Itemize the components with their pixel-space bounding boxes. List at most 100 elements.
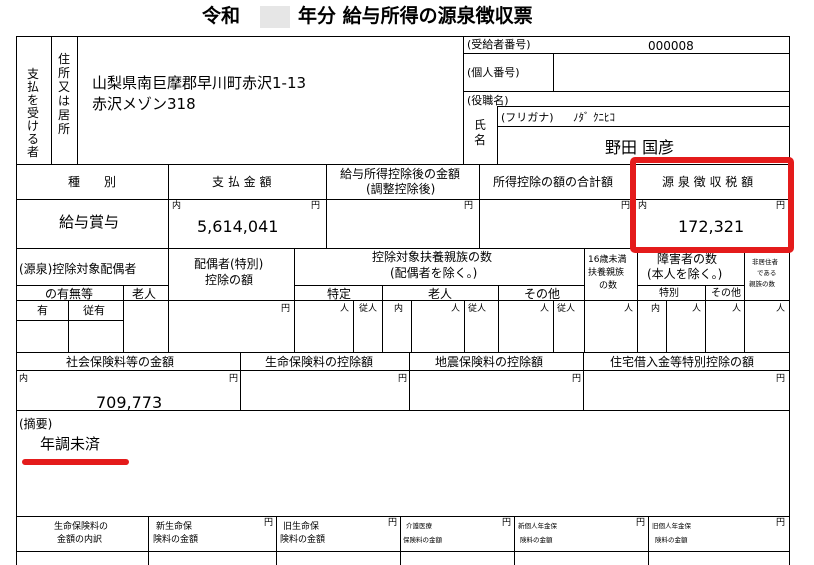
payee-side-label: 支払 を受 ける 者 [26, 68, 40, 159]
life-breakdown-label: 生命保険料の [54, 522, 109, 532]
other-person: 人 [540, 304, 550, 314]
spouse-deduction-label: 配偶者(特別) [194, 257, 264, 271]
grid-line [276, 516, 277, 565]
label-char: 居 [57, 108, 70, 122]
grid-line [637, 285, 744, 286]
old-life-yen: 円 [388, 518, 398, 528]
grid-line [409, 352, 410, 410]
spouse-label-2: の有無等 [45, 287, 94, 301]
grid-line [16, 320, 124, 321]
grid-line [553, 300, 554, 352]
grid-line [497, 126, 789, 127]
nonresident-label-2: である [757, 269, 777, 277]
specific-jujin: 従人 [359, 304, 378, 314]
spouse-deduction-label-2: 控除の額 [205, 273, 254, 287]
recipient-no: 000008 [648, 39, 694, 53]
earthquake-yen: 円 [572, 374, 582, 384]
new-life-label: 新生命保 [156, 522, 193, 532]
under16-label: 16歳未満 [588, 255, 627, 265]
grid-line [353, 300, 354, 352]
personal-no-label: (個人番号) [467, 66, 520, 79]
label-char: 所 [57, 122, 70, 136]
social-inner-mark: 内 [19, 374, 29, 384]
payment-value: 5,614,041 [197, 217, 279, 236]
withholding-slip-page: { "title": { "era": "令和", "year_masked":… [0, 0, 814, 565]
label-char: 住 [57, 52, 70, 66]
grid-line [16, 285, 169, 286]
address-line-2: 赤沢メゾン318 [92, 95, 196, 113]
grid-line [148, 516, 149, 565]
position-label: (役職名) [467, 94, 509, 107]
grid-line [705, 285, 706, 352]
kind-label: 種 別 [68, 175, 117, 189]
after-deduction-sub: (調整控除後) [366, 182, 436, 196]
payment-yen: 円 [311, 201, 321, 211]
name-label: 氏 名 [473, 118, 487, 148]
year-masked-box [260, 6, 290, 28]
grid-line [51, 36, 52, 164]
grid-line [479, 164, 480, 248]
deduction-total-label: 所得控除の額の合計額 [493, 175, 614, 189]
specific-person: 人 [340, 304, 350, 314]
old-pension-label: 旧個人年金保 [652, 522, 691, 530]
elderly-inner: 内 [394, 304, 404, 314]
care-label-2: 保険料の金額 [403, 536, 442, 544]
frame-top [16, 36, 790, 37]
label-char: を受 [26, 93, 39, 120]
grid-line [68, 300, 69, 352]
grid-line [497, 106, 498, 164]
spouse-have-label: 有 [37, 304, 48, 317]
grid-line [583, 352, 584, 410]
grid-line [514, 516, 515, 565]
after-deduction-yen: 円 [464, 201, 474, 211]
social-insurance-label: 社会保険料等の金額 [66, 355, 175, 369]
social-yen: 円 [229, 374, 239, 384]
dependents-label: 控除対象扶養親族の数 [372, 250, 493, 264]
new-pension-yen: 円 [636, 518, 646, 528]
new-life-label-2: 険料の金額 [153, 535, 199, 545]
label-char: 支払 [26, 67, 39, 94]
under16-label-2: 扶養親族 [588, 268, 625, 278]
label-char: は [57, 94, 70, 108]
grid-line [16, 352, 790, 353]
recipient-no-label: (受給者番号) [467, 38, 531, 51]
new-life-yen: 円 [264, 518, 274, 528]
nonresident-person: 人 [776, 304, 786, 314]
old-pension-yen: 円 [776, 518, 786, 528]
label-char: 又 [57, 80, 70, 94]
spouse-subordinate-label: 従有 [83, 304, 105, 317]
grid-line [648, 516, 649, 565]
social-insurance-value: 709,773 [96, 393, 163, 412]
disabled-label-2: (本人を除く。) [647, 267, 723, 281]
special-person: 人 [692, 304, 702, 314]
life-insurance-label: 生命保険料の控除額 [265, 355, 374, 369]
grid-line [463, 53, 789, 54]
grid-line [382, 285, 383, 352]
under16-label-3: の数 [599, 281, 618, 291]
grid-line [463, 36, 464, 164]
disabled-special-label: 特別 [659, 288, 679, 299]
new-pension-label: 新個人年金保 [518, 522, 557, 530]
disabled-inner: 内 [651, 304, 661, 314]
grid-line [497, 106, 789, 107]
disabled-other-person: 人 [732, 304, 742, 314]
after-deduction-label: 給与所得控除後の金額 [340, 167, 461, 181]
old-pension-label-2: 険料の金額 [655, 536, 688, 544]
nonresident-label: 非居住者 [752, 258, 778, 266]
grid-line [123, 285, 124, 352]
label-char: 者 [26, 145, 39, 159]
label-char: 所 [57, 66, 70, 80]
address-label: 住 所 又 は 居 所 [57, 52, 71, 136]
other-jujin: 従人 [557, 304, 576, 314]
under16-person: 人 [624, 304, 634, 314]
old-life-label: 旧生命保 [283, 522, 320, 532]
grid-line [77, 36, 78, 164]
old-life-label-2: 険料の金額 [280, 535, 326, 545]
earthquake-insurance-label: 地震保険料の控除額 [435, 355, 544, 369]
housing-yen: 円 [776, 374, 786, 384]
remarks-text: 年調未済 [40, 435, 101, 453]
disabled-other-label: その他 [711, 288, 741, 299]
grid-line [16, 551, 790, 552]
label-char: 名 [473, 133, 486, 147]
care-label: 介護医療 [406, 522, 432, 530]
